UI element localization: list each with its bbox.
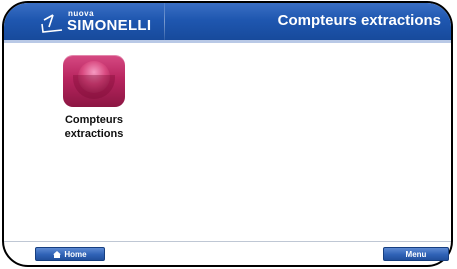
tile-label-line1: Compteurs bbox=[64, 114, 124, 126]
menu-button-label: Menu bbox=[405, 250, 427, 259]
home-icon bbox=[53, 251, 62, 258]
page-title: Compteurs extractions bbox=[277, 12, 441, 29]
footer-divider bbox=[4, 241, 451, 242]
tile-compteurs-extractions[interactable]: Compteurs extractions bbox=[48, 55, 140, 141]
header-bar: nuova SIMONELLI Compteurs extractions bbox=[4, 3, 451, 43]
home-button-label: Home bbox=[64, 250, 87, 259]
brand-name: SIMONELLI bbox=[67, 17, 152, 34]
tile-label-line2: extractions bbox=[64, 128, 124, 140]
home-button[interactable]: Home bbox=[35, 247, 105, 261]
device-screen: nuova SIMONELLI Compteurs extractions Co… bbox=[2, 1, 453, 267]
menu-button[interactable]: Menu bbox=[383, 247, 449, 261]
logo-mark-icon bbox=[41, 14, 63, 33]
counter-icon bbox=[63, 55, 125, 107]
tile-label: Compteurs extractions bbox=[48, 113, 140, 141]
brand-logo: nuova SIMONELLI bbox=[40, 9, 170, 37]
